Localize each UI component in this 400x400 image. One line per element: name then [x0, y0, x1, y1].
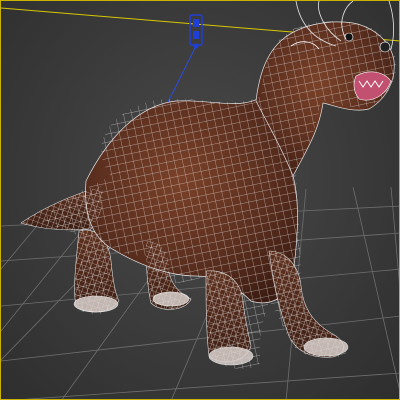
light-helper-icon[interactable]: [189, 14, 203, 49]
3d-viewport[interactable]: [0, 0, 400, 400]
viewport-scene[interactable]: [1, 1, 400, 400]
otter-model[interactable]: [1, 1, 400, 400]
